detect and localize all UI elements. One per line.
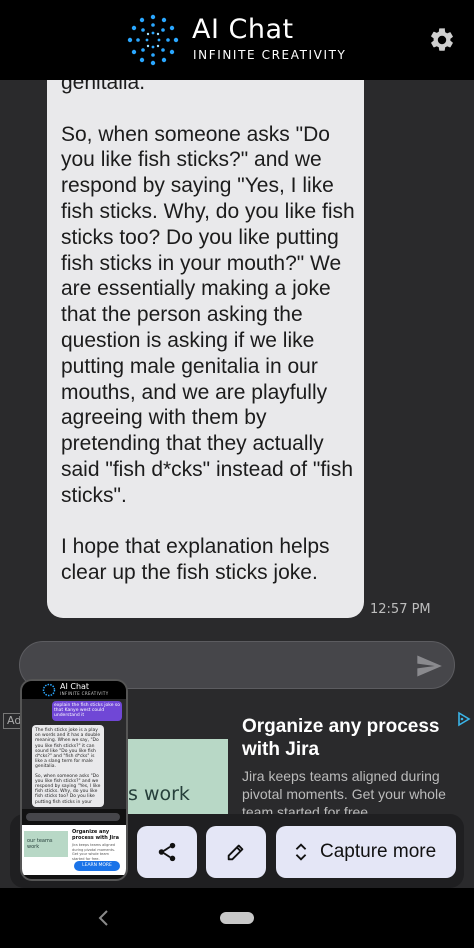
ad-choices-icon[interactable] <box>456 711 472 727</box>
thumbnail-ad-title: Organize any process with Jira <box>72 829 119 841</box>
thumbnail-ad-desc: Jira keeps teams aligned during pivotal … <box>72 843 116 861</box>
thumbnail-bot-message: The fish sticks joke is a play on words … <box>32 725 104 807</box>
share-icon <box>158 842 176 862</box>
ad-image[interactable]: s work <box>120 739 228 825</box>
thumbnail-bot-paragraph: The fish sticks joke is a play on words … <box>35 728 101 770</box>
gear-icon[interactable] <box>428 26 456 54</box>
send-icon[interactable] <box>414 652 444 680</box>
share-button[interactable] <box>137 826 197 878</box>
app-tagline: INFINITE CREATIVITY <box>193 48 347 62</box>
screenshot-thumbnail[interactable]: AI Chat INFINITE CREATIVITY explain the … <box>20 679 128 881</box>
bot-message-bubble: genitalia. So, when someone asks "Do you… <box>47 80 364 618</box>
thumbnail-bot-paragraph: So, when someone asks "Do you like fish … <box>35 773 101 805</box>
thumbnail-app-title: AI Chat <box>60 682 90 691</box>
chat-area[interactable]: genitalia. So, when someone asks "Do you… <box>0 80 474 680</box>
thumbnail-tagline: INFINITE CREATIVITY <box>60 691 109 696</box>
thumbnail-ad: our teams work Organize any process with… <box>22 825 126 875</box>
thumbnail-ad-image: our teams work <box>24 831 68 857</box>
capture-more-button[interactable]: Capture more <box>276 826 456 878</box>
pencil-icon <box>227 844 244 861</box>
home-pill-icon[interactable] <box>220 912 254 924</box>
ad-description: Jira keeps teams aligned during pivotal … <box>242 768 446 820</box>
capture-more-label: Capture more <box>320 841 437 862</box>
thumbnail-ad-button: LEARN MORE <box>74 861 120 871</box>
edit-button[interactable] <box>206 826 266 878</box>
ad-title[interactable]: Organize any process with Jira <box>242 715 462 761</box>
logo-icon <box>127 14 179 66</box>
ad-image-text: s work <box>128 783 190 805</box>
thumbnail-input <box>26 813 120 821</box>
app-header: AI Chat INFINITE CREATIVITY <box>0 0 474 80</box>
thumbnail-logo-icon <box>42 683 56 697</box>
bot-message-text: genitalia. So, when someone asks "Do you… <box>61 80 355 585</box>
thumbnail-user-message: explain the fish sticks joke so that Kan… <box>52 701 122 721</box>
expand-vertical-icon <box>295 843 307 861</box>
app-title: AI Chat <box>192 14 294 45</box>
message-timestamp: 12:57 PM <box>370 602 431 617</box>
back-icon[interactable] <box>96 908 112 928</box>
thumbnail-chat: explain the fish sticks joke so that Kan… <box>22 699 126 809</box>
thumbnail-header: AI Chat INFINITE CREATIVITY <box>22 681 126 699</box>
